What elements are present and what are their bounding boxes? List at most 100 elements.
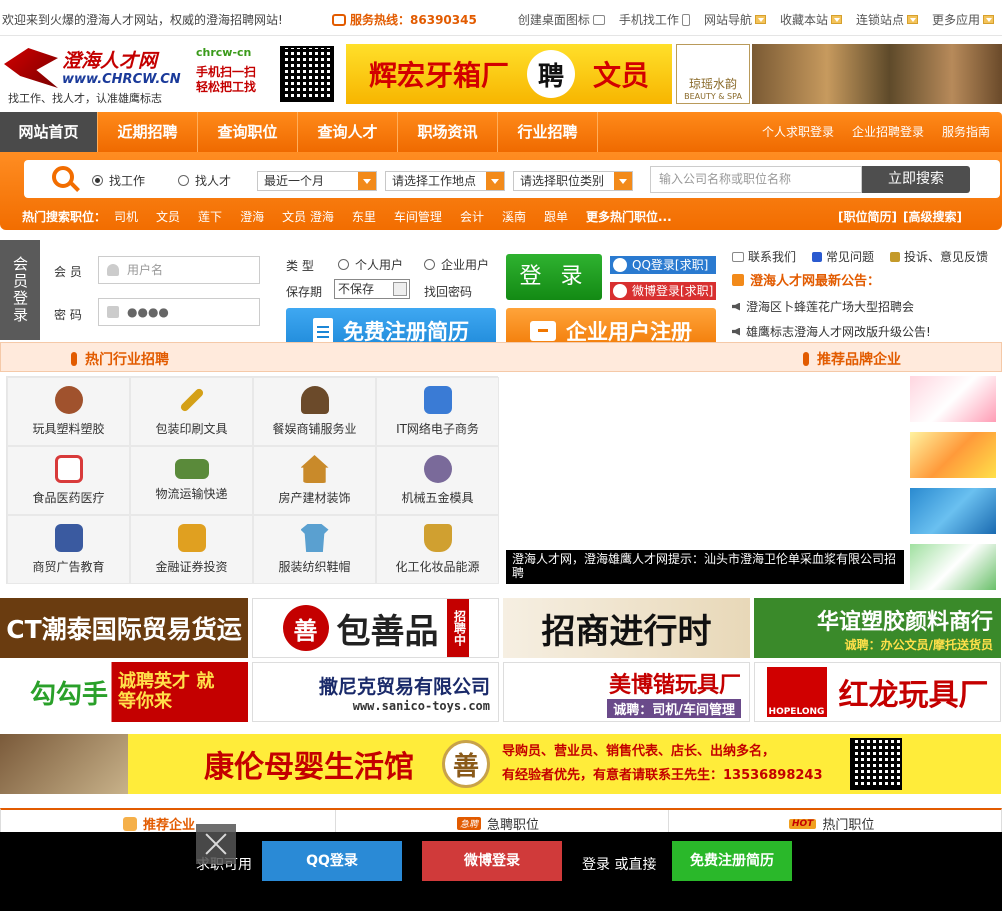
brand-ad[interactable] [910, 432, 996, 478]
hot-word[interactable]: 莲下 [198, 208, 222, 225]
tab-recommended[interactable]: 推荐企业 [123, 814, 195, 833]
nav-search-jobs[interactable]: 查询职位 [198, 112, 298, 152]
industry-food-medical[interactable]: 食品医药医疗 [7, 446, 130, 515]
banner-sanico[interactable]: 撒尼克贸易有限公司 www.sanico-toys.com [252, 662, 499, 722]
keyword-input[interactable]: 输入公司名称或职位名称 [650, 166, 862, 193]
industry-catering[interactable]: 餐娱商铺服务业 [253, 377, 376, 446]
qq-icon [613, 258, 627, 272]
urgent-badge: 急聘 [457, 817, 482, 830]
chevron-down-icon [486, 172, 504, 190]
hot-word[interactable]: 文员 [156, 208, 180, 225]
hopelong-logo-icon: HOPELONG [766, 667, 827, 717]
banner-meiboka[interactable]: 美博锴玩具厂 诚聘：司机/车间管理 [503, 662, 750, 722]
contact-link[interactable]: 联系我们 [732, 248, 796, 265]
close-icon[interactable] [196, 824, 236, 864]
industry-logistics[interactable]: 物流运输快递 [130, 446, 253, 515]
hotline-number: 86390345 [410, 13, 477, 27]
feedback-icon [890, 251, 901, 262]
industry-toys[interactable]: 玩具塑料塑胶 [7, 377, 130, 446]
banner-goushou[interactable]: 勾勾手 诚聘英才 就等你来 [0, 662, 248, 722]
hot-word[interactable]: 溪南 [502, 208, 526, 225]
personal-login-link[interactable]: 个人求职登录 [762, 112, 834, 152]
industry-it[interactable]: IT网络电子商务 [376, 377, 499, 446]
faq-link[interactable]: 常见问题 [812, 248, 874, 265]
nav-industry-jobs[interactable]: 行业招聘 [498, 112, 598, 152]
industry-real-estate[interactable]: 房产建材装饰 [253, 446, 376, 515]
hot-word[interactable]: 澄海 [240, 208, 264, 225]
hot-word[interactable]: 跟单 [544, 208, 568, 225]
resume-link[interactable]: [职位简历] [838, 208, 897, 225]
find-password-link[interactable]: 找回密码 [424, 283, 472, 300]
qq-login-bottom-button[interactable]: QQ登录 [262, 841, 402, 881]
notice-ticker[interactable]: 澄海人才网，澄海雄鹰人才网提示：汕头市澄海卫伦单采血浆有限公司招聘 [506, 550, 904, 584]
tab-urgent[interactable]: 急聘 急聘职位 [457, 814, 539, 833]
password-input[interactable]: ●●●● [98, 298, 260, 326]
more-apps-link[interactable]: 更多应用 [932, 11, 994, 28]
service-guide-link[interactable]: 服务指南 [942, 112, 990, 152]
banner-kanglun[interactable]: 康伦母婴生活馆 善 导购员、营业员、销售代表、店长、出纳多名， 有经验者优先，有意… [0, 734, 1001, 794]
banner-ct-trade[interactable]: CT潮泰国际贸易货运 [0, 598, 248, 658]
location-select[interactable]: 请选择工作地点 [385, 171, 505, 191]
industry-chemical[interactable]: 化工化妆品能源 [376, 515, 499, 584]
banner-hongdong[interactable]: HOPELONG 红龙玩具厂 [754, 662, 1001, 722]
site-logo[interactable]: 澄海人才网 www.CHRCW.CN 找工作、找人才，认准雄鹰标志 [4, 42, 190, 108]
register-resume-bottom-button[interactable]: 免费注册简历 [672, 841, 792, 881]
industry-finance[interactable]: 金融证券投资 [130, 515, 253, 584]
create-shortcut-link[interactable]: 创建桌面图标 [518, 11, 605, 28]
keep-login-select[interactable]: 不保存 [334, 279, 410, 299]
company-login-link[interactable]: 企业招聘登录 [852, 112, 924, 152]
chain-sites-link[interactable]: 连锁站点 [856, 11, 918, 28]
username-input[interactable]: 用户名 [98, 256, 260, 284]
hot-word[interactable]: 会计 [460, 208, 484, 225]
login-button[interactable]: 登 录 [506, 254, 602, 300]
tab-hot[interactable]: HOT 热门职位 [789, 814, 874, 833]
announcement-item[interactable]: 澄海区卜蜂莲花广场大型招聘会 [732, 298, 914, 315]
period-select[interactable]: 最近一个月 [257, 171, 377, 191]
industry-clothing[interactable]: 服装纺织鞋帽 [253, 515, 376, 584]
banner-ad-spa-photo[interactable] [752, 44, 1002, 104]
hot-word[interactable]: 东里 [352, 208, 376, 225]
category-select[interactable]: 请选择职位类别 [513, 171, 633, 191]
weibo-login-button[interactable]: 微博登录[求职] [610, 282, 716, 300]
header: 澄海人才网 www.CHRCW.CN 找工作、找人才，认准雄鹰标志 chrcw-… [0, 40, 1002, 110]
medical-kit-icon [54, 455, 83, 483]
brand-list [908, 376, 996, 590]
radio-find-talent[interactable]: 找人才 [178, 172, 231, 189]
site-nav-link[interactable]: 网站导航 [704, 11, 766, 28]
industry-machinery[interactable]: 机械五金模具 [376, 446, 499, 515]
qq-login-button[interactable]: QQ登录[求职] [610, 256, 716, 274]
dropdown-icon [906, 15, 918, 24]
nav-recent-jobs[interactable]: 近期招聘 [98, 112, 198, 152]
industry-trade-education[interactable]: 商贸广告教育 [7, 515, 130, 584]
shan-logo-icon: 善 [282, 605, 329, 651]
nav-search-talent[interactable]: 查询人才 [298, 112, 398, 152]
industry-printing[interactable]: 包装印刷文具 [130, 377, 253, 446]
mobile-job-link[interactable]: 手机找工作 [619, 11, 690, 28]
bookmark-link[interactable]: 收藏本站 [780, 11, 842, 28]
banner-ad-spa-logo[interactable]: 琼瑶水韵 BEAUTY & SPA [676, 44, 750, 104]
tshirt-icon [300, 524, 329, 552]
banner-investment[interactable]: 招商进行时 [503, 598, 750, 658]
nav-home[interactable]: 网站首页 [0, 112, 98, 152]
nav-career-news[interactable]: 职场资讯 [398, 112, 498, 152]
brand-ad[interactable] [910, 544, 996, 590]
hot-word[interactable]: 车间管理 [394, 208, 442, 225]
house-icon [300, 455, 329, 483]
advanced-search-link[interactable]: [高级搜索] [903, 208, 962, 225]
hot-word[interactable]: 文员 澄海 [282, 208, 334, 225]
radio-find-job[interactable]: 找工作 [92, 172, 145, 189]
banner-huayi[interactable]: 华谊塑胶颜料商行 诚聘：办公文员/摩托送货员 [754, 598, 1001, 658]
radio-personal[interactable]: 个人用户 [338, 256, 403, 273]
banner-baoshanpin[interactable]: 善 包善品 招聘中 [252, 598, 499, 658]
feedback-link[interactable]: 投诉、意见反馈 [890, 248, 988, 265]
banner-ad-dental[interactable]: 辉宏牙箱厂 聘 文员 [346, 44, 672, 104]
announcement-item[interactable]: 雄鹰标志澄海人才网改版升级公告! [732, 323, 931, 340]
radio-company[interactable]: 企业用户 [424, 256, 489, 273]
brand-ad[interactable] [910, 488, 996, 534]
weibo-login-bottom-button[interactable]: 微博登录 [422, 841, 562, 881]
search-button[interactable]: 立即搜索 [862, 166, 970, 193]
more-hot-jobs-link[interactable]: 更多热门职位... [586, 208, 672, 225]
brand-ad[interactable] [910, 376, 996, 422]
hot-word[interactable]: 司机 [114, 208, 138, 225]
store-photo [0, 734, 128, 794]
